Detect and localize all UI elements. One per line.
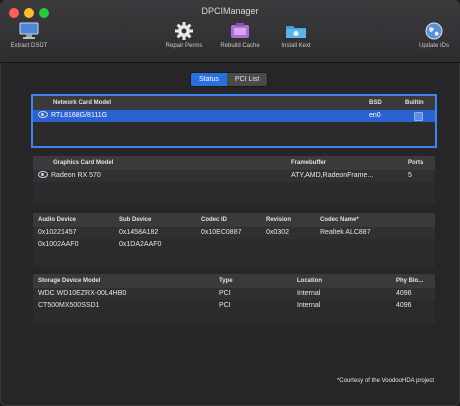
audio-device-cell: 0x10221457 bbox=[38, 229, 77, 236]
repair-perms-button[interactable]: Repair Perms bbox=[160, 22, 208, 49]
table-row[interactable]: Radeon RX 570 ATY,AMD,RadeonFrame... 5 bbox=[33, 170, 435, 182]
audio-device-table[interactable]: Audio Device Sub Device Codec ID Revisio… bbox=[33, 213, 435, 267]
folder-icon bbox=[286, 26, 306, 38]
column-ports[interactable]: Ports bbox=[408, 156, 423, 170]
tab-status[interactable]: Status bbox=[191, 73, 227, 86]
phy-block-cell: 4096 bbox=[396, 290, 412, 297]
toolbar: DPCIManager Extract DSDT Repair Perms Re… bbox=[0, 0, 460, 63]
column-network-model[interactable]: Network Card Model bbox=[53, 96, 111, 110]
voodoohda-credit: *Courtesy of the VoodooHDA project bbox=[336, 378, 434, 384]
type-cell: PCI bbox=[219, 302, 231, 309]
bsd-cell: en0 bbox=[369, 112, 381, 119]
graphics-card-table[interactable]: Graphics Card Model Framebuffer Ports Ra… bbox=[33, 156, 435, 204]
codec-id-cell: 0x10EC0887 bbox=[201, 229, 242, 236]
sub-device-cell: 0x1DA2AAF0 bbox=[119, 241, 162, 248]
phy-block-cell: 4096 bbox=[396, 302, 412, 309]
column-location[interactable]: Location bbox=[297, 274, 322, 288]
type-cell: PCI bbox=[219, 290, 231, 297]
graphics-model-cell: Radeon RX 570 bbox=[51, 172, 101, 179]
app-window: DPCIManager Extract DSDT Repair Perms Re… bbox=[0, 0, 460, 406]
extract-dsdt-label: Extract DSDT bbox=[10, 43, 48, 49]
column-revision[interactable]: Revision bbox=[266, 213, 291, 227]
table-header: Audio Device Sub Device Codec ID Revisio… bbox=[33, 213, 435, 227]
sub-device-cell: 0x1458A182 bbox=[119, 229, 159, 236]
tab-pci-list[interactable]: PCI List bbox=[226, 73, 268, 86]
column-phy-block[interactable]: Phy Blo... bbox=[396, 274, 423, 288]
ports-cell: 5 bbox=[408, 172, 412, 179]
column-codec-id[interactable]: Codec ID bbox=[201, 213, 227, 227]
window-title: DPCIManager bbox=[201, 6, 259, 16]
column-bsd[interactable]: BSD bbox=[369, 96, 382, 110]
column-storage-model[interactable]: Storage Device Model bbox=[38, 274, 100, 288]
table-row[interactable]: 0x10221457 0x1458A182 0x10EC0887 0x0302 … bbox=[33, 227, 435, 239]
column-type[interactable]: Type bbox=[219, 274, 233, 288]
revision-cell: 0x0302 bbox=[266, 229, 289, 236]
table-header: Network Card Model BSD Builtin bbox=[33, 96, 435, 110]
extract-dsdt-button[interactable]: Extract DSDT bbox=[6, 22, 52, 49]
table-row[interactable]: 0x1002AAF0 0x1DA2AAF0 bbox=[33, 239, 435, 251]
table-header: Graphics Card Model Framebuffer Ports bbox=[33, 156, 435, 170]
audio-device-cell: 0x1002AAF0 bbox=[38, 241, 79, 248]
update-ids-label: Update IDs bbox=[418, 43, 449, 49]
table-row[interactable]: WDC WD10EZRX-00L4HB0 PCI Internal 4096 bbox=[33, 288, 435, 300]
storage-device-table[interactable]: Storage Device Model Type Location Phy B… bbox=[33, 274, 435, 324]
cache-drive-icon bbox=[231, 23, 249, 38]
column-builtin[interactable]: Builtin bbox=[405, 96, 424, 110]
framebuffer-cell: ATY,AMD,RadeonFrame... bbox=[291, 172, 374, 179]
location-cell: Internal bbox=[297, 290, 321, 297]
column-graphics-model[interactable]: Graphics Card Model bbox=[53, 156, 113, 170]
rebuild-cache-button[interactable]: Rebuild Cache bbox=[214, 22, 266, 49]
storage-model-cell: CT500MX500SSD1 bbox=[38, 302, 100, 309]
view-tabs: Status PCI List bbox=[190, 72, 269, 87]
table-row[interactable]: RTL8168G/8111G en0 bbox=[33, 110, 435, 122]
location-cell: Internal bbox=[297, 302, 321, 309]
column-codec-name[interactable]: Codec Name* bbox=[320, 213, 359, 227]
repair-perms-label: Repair Perms bbox=[165, 43, 203, 49]
codec-name-cell: Realtek ALC887 bbox=[320, 229, 371, 236]
update-ids-button[interactable]: Update IDs bbox=[412, 22, 456, 49]
install-kext-label: Install Kext bbox=[281, 43, 311, 49]
rebuild-cache-label: Rebuild Cache bbox=[220, 43, 260, 49]
column-audio-device[interactable]: Audio Device bbox=[38, 213, 76, 227]
storage-model-cell: WDC WD10EZRX-00L4HB0 bbox=[38, 290, 127, 297]
table-header: Storage Device Model Type Location Phy B… bbox=[33, 274, 435, 288]
globe-icon bbox=[425, 22, 443, 40]
column-framebuffer[interactable]: Framebuffer bbox=[291, 156, 326, 170]
eye-icon[interactable] bbox=[38, 111, 48, 118]
network-model-cell: RTL8168G/8111G bbox=[51, 112, 108, 119]
gear-icon bbox=[175, 22, 193, 40]
install-kext-button[interactable]: Install Kext bbox=[272, 22, 320, 49]
column-sub-device[interactable]: Sub Device bbox=[119, 213, 151, 227]
network-card-table[interactable]: Network Card Model BSD Builtin RTL8168G/… bbox=[33, 96, 435, 146]
monitor-icon bbox=[19, 22, 39, 39]
table-row[interactable]: CT500MX500SSD1 PCI Internal 4096 bbox=[33, 300, 435, 312]
builtin-checkbox[interactable] bbox=[414, 112, 423, 121]
eye-icon[interactable] bbox=[38, 171, 48, 178]
